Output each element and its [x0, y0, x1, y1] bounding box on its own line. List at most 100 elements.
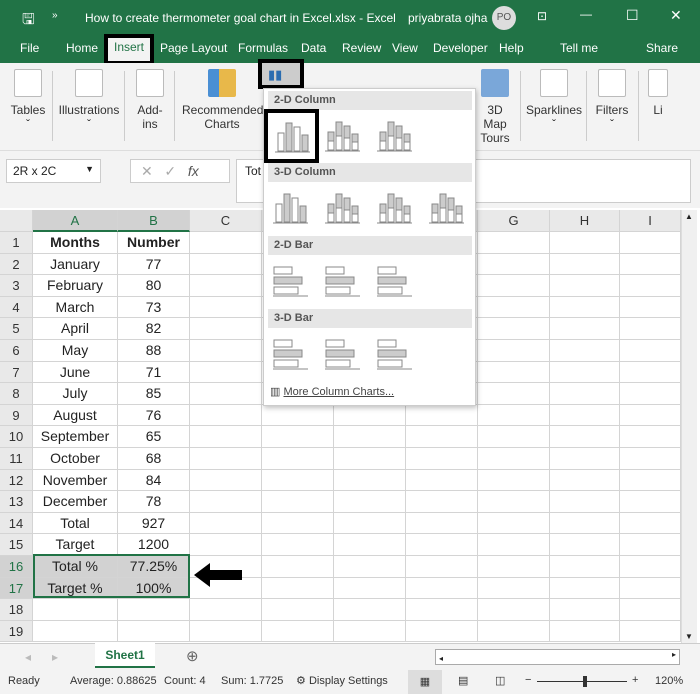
3-d-column-chart-option[interactable] [374, 188, 414, 226]
cell[interactable] [550, 426, 620, 448]
cell[interactable] [190, 491, 262, 513]
horizontal-scrollbar[interactable]: ◂ ▸ [435, 649, 680, 665]
cell[interactable] [620, 556, 681, 578]
cell[interactable] [550, 556, 620, 578]
cell[interactable] [550, 577, 620, 600]
cell[interactable]: Number [118, 232, 190, 254]
row-header[interactable]: 10 [0, 426, 33, 448]
column-header-C[interactable]: C [190, 210, 262, 232]
cell[interactable] [190, 340, 262, 362]
links-button[interactable]: Li [648, 69, 668, 117]
cell[interactable] [406, 469, 478, 492]
cell[interactable] [478, 599, 550, 621]
cell[interactable] [550, 253, 620, 276]
save-icon[interactable]: 🖫 [22, 9, 35, 34]
cell[interactable]: February [33, 275, 118, 297]
tab-page-layout[interactable]: Page Layout [160, 41, 227, 55]
cell[interactable] [620, 253, 681, 276]
cell[interactable] [550, 232, 620, 254]
cell[interactable] [478, 296, 550, 319]
cell[interactable] [478, 383, 550, 405]
row-header[interactable]: 15 [0, 534, 33, 556]
cell[interactable]: 1200 [118, 534, 190, 556]
cell[interactable]: 80 [118, 275, 190, 297]
cell[interactable]: Target [33, 534, 118, 556]
cell[interactable] [550, 383, 620, 405]
cell[interactable]: September [33, 426, 118, 448]
column-header-I[interactable]: I [620, 210, 681, 232]
column-header-A[interactable]: A [33, 210, 118, 232]
cancel-icon[interactable]: ✕ [141, 163, 153, 179]
cell[interactable] [33, 599, 118, 621]
tab-insert[interactable]: Insert [104, 34, 155, 65]
row-header[interactable]: 14 [0, 512, 33, 535]
cell[interactable] [478, 340, 550, 362]
more-commands-icon[interactable]: » [52, 10, 58, 21]
cell[interactable]: 71 [118, 361, 190, 384]
cell[interactable]: 84 [118, 469, 190, 492]
cell[interactable] [334, 448, 406, 470]
select-all-corner[interactable] [0, 210, 33, 232]
cell[interactable] [478, 232, 550, 254]
cell[interactable] [118, 620, 190, 643]
cell[interactable] [406, 404, 478, 427]
tab-home[interactable]: Home [66, 41, 98, 55]
column-header-H[interactable]: H [550, 210, 620, 232]
cell[interactable] [550, 491, 620, 513]
2-d-column-chart-option[interactable] [322, 116, 362, 154]
cell[interactable] [550, 620, 620, 643]
tab-help[interactable]: Help [499, 41, 524, 55]
cell[interactable]: 76 [118, 404, 190, 427]
tab-tell-me[interactable]: Tell me [560, 41, 598, 55]
cell[interactable]: 68 [118, 448, 190, 470]
cell[interactable] [620, 340, 681, 362]
zoom-slider[interactable] [537, 676, 627, 687]
column-header-B[interactable]: B [118, 210, 190, 232]
tab-developer[interactable]: Developer [433, 41, 488, 55]
cell[interactable] [406, 620, 478, 643]
cell[interactable] [262, 556, 334, 578]
cell[interactable] [620, 404, 681, 427]
2-d-column-chart-option[interactable] [374, 116, 414, 154]
cell[interactable] [190, 383, 262, 405]
cell[interactable] [406, 512, 478, 535]
zoom-out-button[interactable]: − [525, 674, 531, 686]
cell[interactable]: Months [33, 232, 118, 254]
cell[interactable] [334, 469, 406, 492]
cell[interactable] [478, 512, 550, 535]
2-d-bar-chart-option[interactable] [322, 261, 362, 299]
tab-data[interactable]: Data [301, 41, 326, 55]
filters-button[interactable]: Filters ˇ [592, 69, 632, 131]
column-header-G[interactable]: G [478, 210, 550, 232]
row-header[interactable]: 12 [0, 469, 33, 492]
more-column-charts-link[interactable]: ▥ More Column Charts... [270, 385, 394, 398]
cell[interactable] [406, 426, 478, 448]
cell[interactable] [334, 577, 406, 600]
cell[interactable]: October [33, 448, 118, 470]
cell[interactable] [550, 534, 620, 556]
tab-file[interactable]: File [20, 41, 39, 55]
cell[interactable] [262, 448, 334, 470]
zoom-level[interactable]: 120% [655, 675, 683, 687]
cell[interactable] [620, 232, 681, 254]
cell[interactable] [406, 577, 478, 600]
cell[interactable] [478, 404, 550, 427]
cell[interactable]: April [33, 318, 118, 340]
cell[interactable] [620, 599, 681, 621]
column-chart-button[interactable]: ▮▮ [258, 59, 304, 89]
cell[interactable] [190, 275, 262, 297]
cell[interactable] [262, 491, 334, 513]
cell[interactable] [478, 556, 550, 578]
tables-button[interactable]: Tables ˇ [8, 69, 48, 131]
row-header[interactable]: 7 [0, 361, 33, 384]
row-header[interactable]: 11 [0, 448, 33, 470]
cell[interactable] [406, 448, 478, 470]
cell[interactable] [550, 361, 620, 384]
cell[interactable] [190, 620, 262, 643]
add-sheet-icon[interactable]: ⊕ [186, 647, 199, 665]
cell[interactable] [262, 599, 334, 621]
vertical-scrollbar[interactable]: ▲ ▼ [681, 210, 697, 643]
cell[interactable] [190, 512, 262, 535]
row-header[interactable]: 18 [0, 599, 33, 621]
tab-view[interactable]: View [392, 41, 418, 55]
